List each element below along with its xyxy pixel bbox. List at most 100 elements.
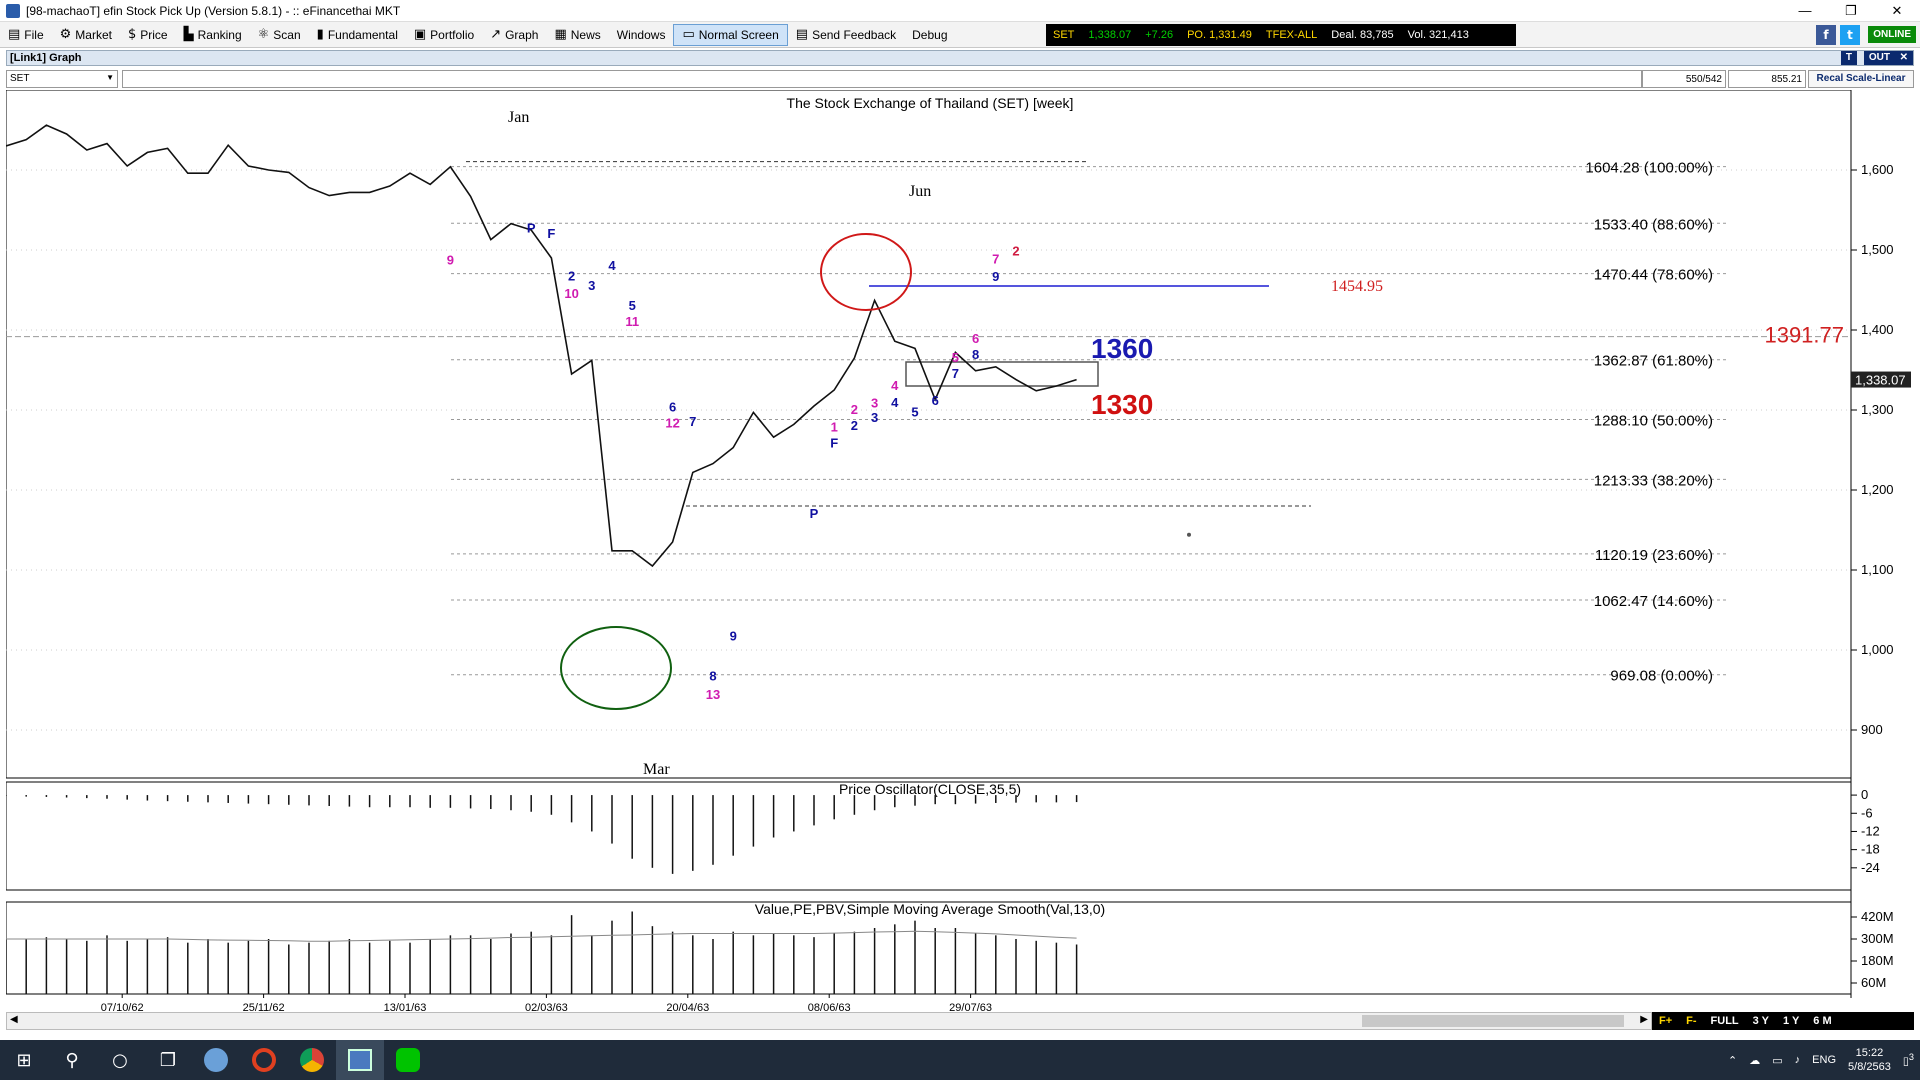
menu-ranking[interactable]: ▙ Ranking (176, 24, 250, 46)
zoom-full-button[interactable]: FULL (1704, 1015, 1746, 1027)
menu-price[interactable]: $ Price (120, 24, 176, 46)
menu-label: Normal Screen (698, 27, 779, 42)
recal-scale-button[interactable]: Recal Scale-Linear (1808, 70, 1914, 88)
search-icon[interactable]: ⚲ (48, 1040, 96, 1080)
task-view-icon[interactable]: ❐ (144, 1040, 192, 1080)
vol-tick-label: 60M (1861, 975, 1886, 990)
menu-portfolio[interactable]: ▣ Portfolio (406, 24, 482, 46)
menu-file[interactable]: ▤ File (0, 24, 52, 46)
x-tick-label: 13/01/63 (384, 1002, 427, 1012)
td-count-label: P (810, 506, 819, 521)
td-count-label: 3 (871, 396, 878, 411)
menu-debug[interactable]: Debug (904, 24, 955, 46)
y-tick-label: 1,400 (1861, 322, 1894, 337)
symbol-value: SET (10, 73, 30, 84)
td-count-label: 4 (608, 258, 616, 273)
ticker-vol: Vol. 321,413 (1407, 29, 1469, 41)
minimize-button[interactable]: — (1782, 0, 1828, 22)
zoom-6m-button[interactable]: 6 M (1806, 1015, 1838, 1027)
menu-windows[interactable]: Windows (609, 24, 674, 46)
menu-label: News (570, 27, 601, 42)
cloud-icon[interactable]: ☁ (1743, 1054, 1766, 1067)
menu-fundamental[interactable]: ▮ Fundamental (309, 24, 406, 46)
menu-send-feedback[interactable]: ▤ Send Feedback (788, 24, 904, 46)
social-links: f t (1816, 25, 1860, 45)
value-readout: 855.21 (1728, 70, 1806, 88)
menu-icon: ⚛ (257, 27, 270, 42)
td-count-label: 3 (588, 278, 595, 293)
td-count-label: 11 (625, 314, 639, 329)
ticker-po: PO. 1,331.49 (1187, 29, 1252, 41)
start-button[interactable]: ⊞ (0, 1040, 48, 1080)
clock[interactable]: 15:22 5/8/2563 (1842, 1046, 1897, 1074)
chart-scrollbar[interactable]: ◀ ▶ (6, 1012, 1652, 1030)
month-jun-label: Jun (909, 183, 931, 200)
td-count-label: F (830, 436, 838, 451)
close-window-button[interactable]: ✕ (1874, 0, 1920, 22)
scroll-left-icon[interactable]: ◀ (10, 1014, 18, 1025)
panel-out-button[interactable]: OUT (1863, 51, 1895, 65)
symbol-select[interactable]: SET ▼ (6, 70, 118, 88)
td-count-label: 13 (706, 687, 720, 702)
zoom-out-button[interactable]: F- (1679, 1015, 1703, 1027)
osc-tick-label: -12 (1861, 823, 1880, 838)
maximize-button[interactable]: ❐ (1828, 0, 1874, 22)
chart-area[interactable]: 1,600 1,500 1,400 1,300 1,200 1,100 1,000 900 Th… (5, 89, 1914, 1016)
scroll-right-icon[interactable]: ▶ (1640, 1014, 1648, 1025)
current-price-label: 1,338.07 (1855, 373, 1906, 388)
td-count-label: 12 (665, 416, 679, 431)
chart-title: The Stock Exchange of Thailand (SET) [we… (787, 95, 1074, 111)
chrome-icon[interactable] (288, 1040, 336, 1080)
menu-market[interactable]: ⚙ Market (52, 24, 120, 46)
speaker-icon[interactable]: ♪ (1789, 1054, 1807, 1066)
panel-t-button[interactable]: T (1840, 51, 1857, 65)
efin-app-icon[interactable] (336, 1040, 384, 1080)
menu-news[interactable]: ▦ News (546, 24, 608, 46)
td-count-label: 7 (952, 366, 959, 381)
twitter-icon[interactable]: t (1840, 25, 1860, 45)
menu-label: Graph (505, 27, 539, 42)
menu-graph[interactable]: ↗ Graph (482, 24, 546, 46)
paint-app-icon[interactable] (192, 1040, 240, 1080)
scroll-thumb[interactable] (1362, 1015, 1624, 1027)
menu-label: Portfolio (430, 27, 475, 42)
td-count-label: 7 (689, 414, 696, 429)
zoom-1y-button[interactable]: 1 Y (1776, 1015, 1806, 1027)
notification-icon[interactable]: ▯3 (1897, 1052, 1920, 1068)
network-icon[interactable]: ▭ (1766, 1054, 1788, 1067)
td-count-label: 10 (564, 286, 578, 301)
td-count-label: 5 (629, 298, 636, 313)
app-red-icon[interactable] (240, 1040, 288, 1080)
language-indicator[interactable]: ENG (1806, 1054, 1842, 1066)
chart-svg[interactable]: 1,600 1,500 1,400 1,300 1,200 1,100 1,000 900 Th… (5, 89, 1914, 1014)
menu-scan[interactable]: ⚛ Scan (250, 24, 309, 46)
cortana-icon[interactable]: ○ (96, 1040, 144, 1080)
menu-normal-screen[interactable]: ▭ Normal Screen (673, 23, 788, 46)
menu-bar: ▤ File ⚙ Market $ Price ▙ Ranking ⚛ Scan ▮ Fundamen… (0, 22, 1920, 48)
fib-label: 969.08 (0.00%) (1610, 668, 1713, 685)
osc-tick-label: -6 (1861, 805, 1873, 820)
line-app-icon[interactable] (384, 1040, 432, 1080)
menu-label: Market (75, 27, 112, 42)
ticker-index[interactable]: SET (1046, 29, 1081, 41)
td-count-label: 2 (568, 268, 575, 283)
graph-panel-header: [Link1] Graph T OUT ✕ (6, 50, 1914, 66)
chevron-down-icon: ▼ (106, 73, 114, 82)
x-tick-label: 25/11/62 (243, 1002, 285, 1012)
box-top-label: 1360 (1091, 333, 1153, 364)
panel-close-button[interactable]: ✕ (1894, 51, 1913, 65)
vol-tick-label: 180M (1861, 953, 1894, 968)
facebook-icon[interactable]: f (1816, 25, 1836, 45)
command-input[interactable] (122, 70, 1642, 88)
fib-label: 1604.28 (100.00%) (1585, 160, 1713, 177)
zoom-3y-button[interactable]: 3 Y (1746, 1015, 1776, 1027)
chevron-up-icon[interactable]: ⌃ (1722, 1054, 1743, 1067)
td-count-label: 9 (992, 269, 999, 284)
zoom-bar: F+ F- FULL 3 Y 1 Y 6 M (1652, 1012, 1914, 1030)
ticker-tfex[interactable]: TFEX-ALL (1259, 29, 1324, 41)
td-count-label: 2 (851, 402, 858, 417)
zoom-in-button[interactable]: F+ (1652, 1015, 1679, 1027)
volume-label: Value,PE,PBV,Simple Moving Average Smoot… (755, 901, 1105, 917)
vol-tick-label: 300M (1861, 931, 1894, 946)
menu-label: File (24, 27, 44, 42)
